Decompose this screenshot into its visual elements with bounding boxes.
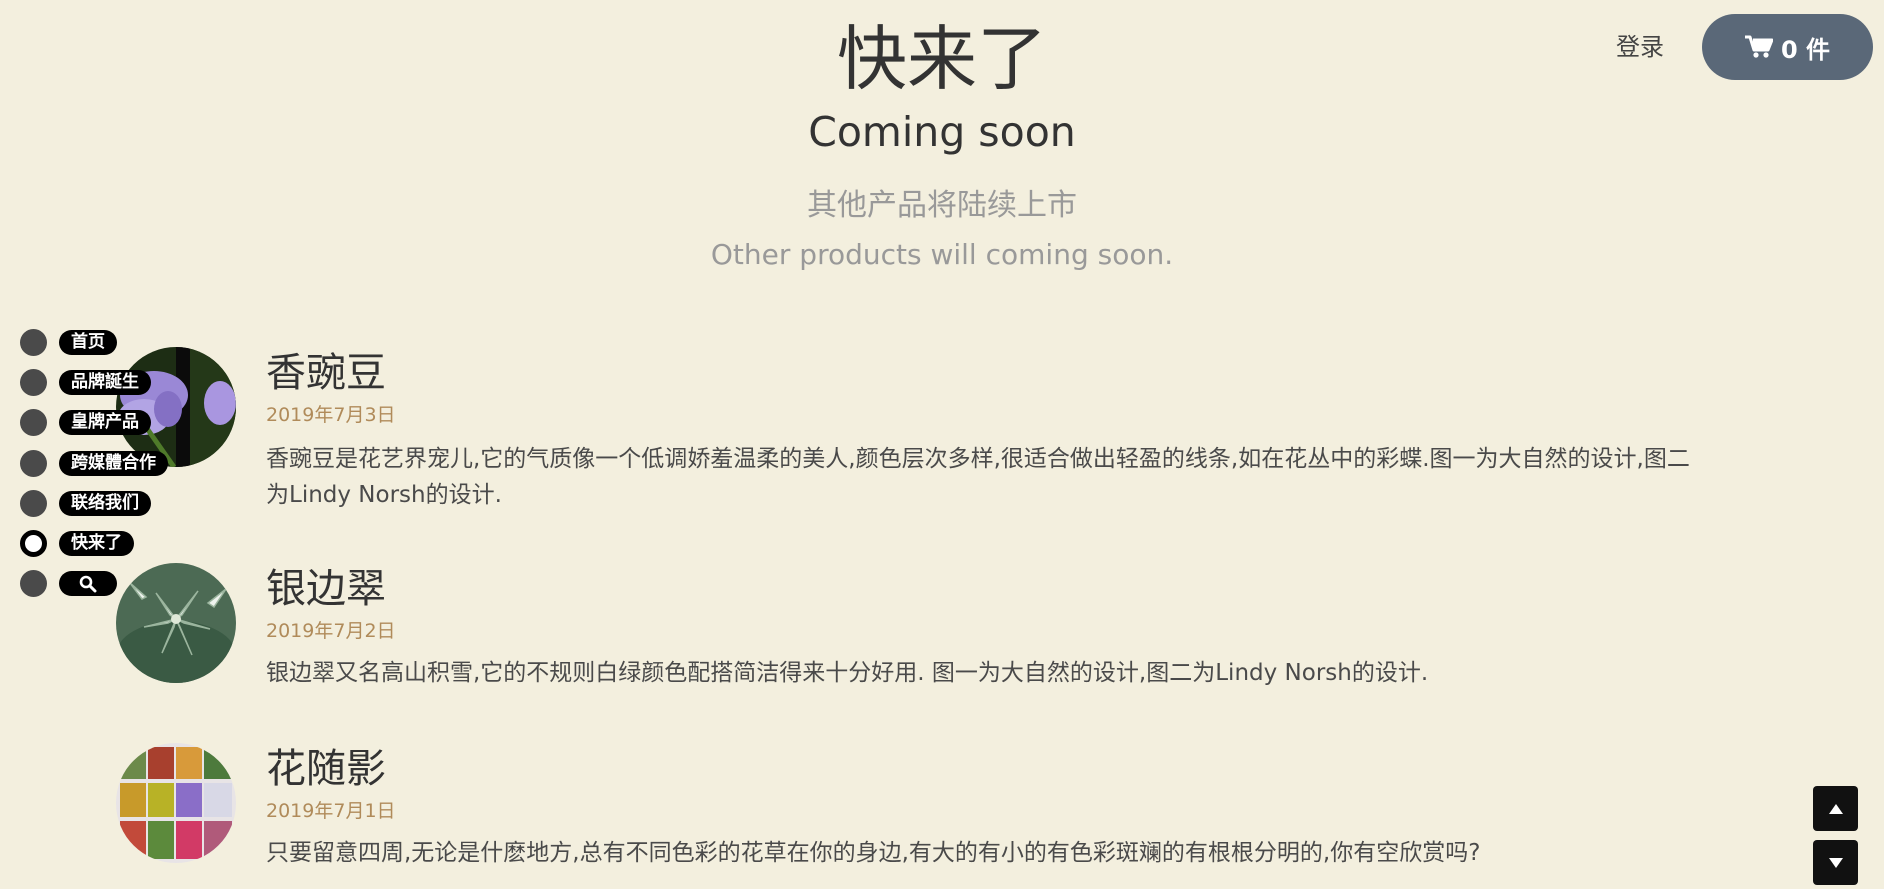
side-navigation: 首页 品牌誕生 皇牌产品 跨媒體合作 联络我们 快来了 xyxy=(20,322,168,604)
post-excerpt: 香豌豆是花艺界宠儿,它的气质像一个低调娇羞温柔的美人,颜色层次多样,很适合做出轻… xyxy=(266,441,1766,513)
page-subtitle: Coming soon xyxy=(808,108,1076,156)
nav-dot[interactable] xyxy=(20,328,47,356)
nav-dot[interactable] xyxy=(20,570,47,598)
post-title[interactable]: 银边翠 xyxy=(266,563,386,615)
post-excerpt-line: 为Lindy Norsh的设计. xyxy=(266,482,502,508)
flower-collage-image xyxy=(116,743,236,863)
page-title: 快来了 xyxy=(837,18,1047,100)
nav-item-contact[interactable]: 联络我们 xyxy=(20,483,168,523)
post-date: 2019年7月3日 xyxy=(266,404,396,426)
post-excerpt: 只要留意四周,无论是什麽地方,总有不同色彩的花草在你的身边,有大的有小的有色彩斑… xyxy=(266,835,1766,871)
nav-label-crossover[interactable]: 跨媒體合作 xyxy=(59,450,168,476)
nav-item-signature-products[interactable]: 皇牌产品 xyxy=(20,403,168,443)
triangle-down-icon xyxy=(1828,857,1843,868)
scroll-down-button[interactable] xyxy=(1813,840,1858,885)
nav-search-button[interactable] xyxy=(59,571,117,597)
intro-text-en: Other products will coming soon. xyxy=(710,238,1174,271)
nav-dot[interactable] xyxy=(20,449,47,477)
nav-dot[interactable] xyxy=(20,368,47,396)
search-icon xyxy=(79,575,97,593)
cart-count-label: 0 件 xyxy=(1780,35,1831,64)
triangle-up-icon xyxy=(1828,803,1843,814)
nav-item-home[interactable]: 首页 xyxy=(20,322,168,362)
scroll-up-button[interactable] xyxy=(1813,786,1858,831)
nav-dot[interactable] xyxy=(20,489,47,517)
post-date: 2019年7月1日 xyxy=(266,800,396,822)
post-thumbnail[interactable] xyxy=(116,743,236,863)
post-excerpt: 银边翠又名高山积雪,它的不规则白绿颜色配搭简洁得来十分好用. 图一为大自然的设计… xyxy=(266,655,1766,691)
nav-dot-active[interactable] xyxy=(20,530,47,558)
nav-label-brand-story[interactable]: 品牌誕生 xyxy=(59,369,151,395)
post-date: 2019年7月2日 xyxy=(266,620,396,642)
post-excerpt-line: 银边翠又名高山积雪,它的不规则白绿颜色配搭简洁得来十分好用. 图一为大自然的设计… xyxy=(266,660,1429,686)
shopping-cart-icon xyxy=(1744,35,1773,58)
post-title[interactable]: 花随影 xyxy=(266,743,386,795)
nav-label-home[interactable]: 首页 xyxy=(59,329,117,355)
nav-item-brand-story[interactable]: 品牌誕生 xyxy=(20,362,168,402)
nav-dot[interactable] xyxy=(20,409,47,437)
post-excerpt-line: 只要留意四周,无论是什麽地方,总有不同色彩的花草在你的身边,有大的有小的有色彩斑… xyxy=(266,840,1481,866)
post-title[interactable]: 香豌豆 xyxy=(266,347,386,399)
cart-button[interactable]: 0 件 xyxy=(1702,14,1873,80)
nav-label-contact[interactable]: 联络我们 xyxy=(59,490,151,516)
nav-label-coming-soon[interactable]: 快来了 xyxy=(59,531,134,557)
intro-text-cn: 其他产品将陆续上市 xyxy=(807,188,1077,223)
post-excerpt-line: 香豌豆是花艺界宠儿,它的气质像一个低调娇羞温柔的美人,颜色层次多样,很适合做出轻… xyxy=(266,446,1690,472)
nav-item-search[interactable] xyxy=(20,564,168,604)
nav-item-coming-soon[interactable]: 快来了 xyxy=(20,523,168,563)
login-link[interactable]: 登录 xyxy=(1616,30,1664,64)
nav-label-signature-products[interactable]: 皇牌产品 xyxy=(59,410,151,436)
nav-item-crossover[interactable]: 跨媒體合作 xyxy=(20,443,168,483)
